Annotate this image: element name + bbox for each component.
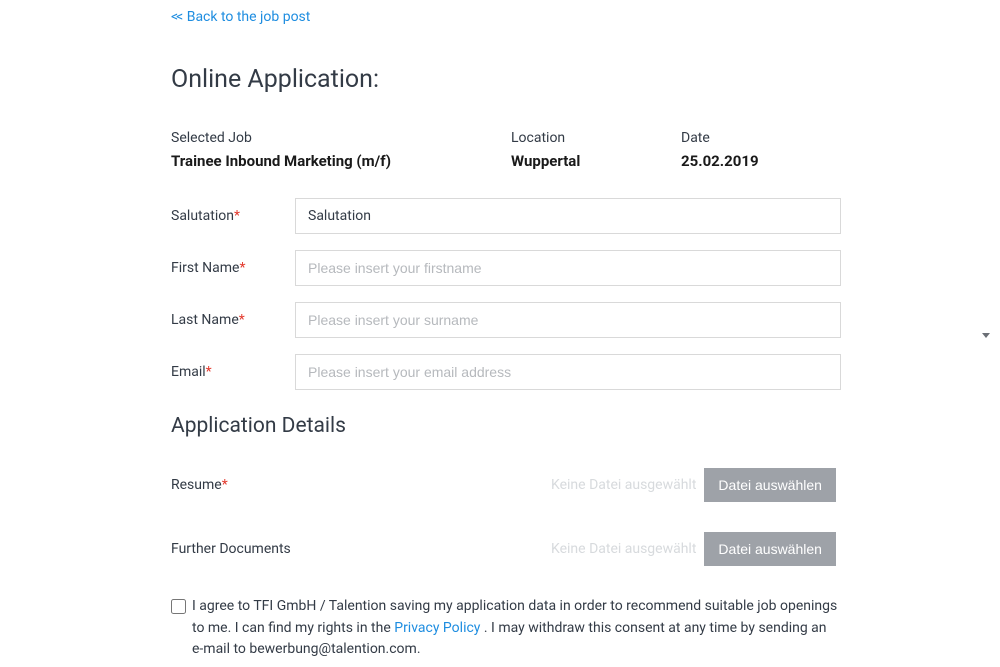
email-label: Email* <box>171 364 295 380</box>
back-link[interactable]: << Back to the job post <box>171 9 310 25</box>
application-details-title: Application Details <box>171 414 841 438</box>
selected-job-value: Trainee Inbound Marketing (m/f) <box>171 152 511 170</box>
first-name-input[interactable] <box>295 250 841 286</box>
last-name-label: Last Name* <box>171 312 295 328</box>
further-documents-label: Further Documents <box>171 541 551 557</box>
privacy-policy-link[interactable]: Privacy Policy <box>394 620 480 636</box>
first-name-label: First Name* <box>171 260 295 276</box>
selected-job-label: Selected Job <box>171 130 511 146</box>
salutation-label: Salutation* <box>171 208 295 224</box>
resume-label: Resume* <box>171 477 551 493</box>
page-title: Online Application: <box>171 65 841 94</box>
location-value: Wuppertal <box>511 152 681 170</box>
email-input[interactable] <box>295 354 841 390</box>
further-documents-choose-file-button[interactable]: Datei auswählen <box>704 532 836 566</box>
further-documents-file-status: Keine Datei ausgewählt <box>551 541 696 557</box>
resume-file-status: Keine Datei ausgewählt <box>551 477 696 493</box>
salutation-selected-value: Salutation <box>308 208 371 224</box>
location-label: Location <box>511 130 681 146</box>
chevron-down-icon <box>982 326 990 342</box>
date-value: 25.02.2019 <box>681 152 841 170</box>
resume-choose-file-button[interactable]: Datei auswählen <box>704 468 836 502</box>
date-label: Date <box>681 130 841 146</box>
back-link-text: Back to the job post <box>187 9 311 25</box>
last-name-input[interactable] <box>295 302 841 338</box>
salutation-select[interactable]: Salutation <box>295 198 841 234</box>
consent-checkbox[interactable] <box>171 599 186 614</box>
job-summary: Selected Job Location Date Trainee Inbou… <box>171 130 841 170</box>
consent-text: I agree to TFI GmbH / Talention saving m… <box>192 596 841 661</box>
